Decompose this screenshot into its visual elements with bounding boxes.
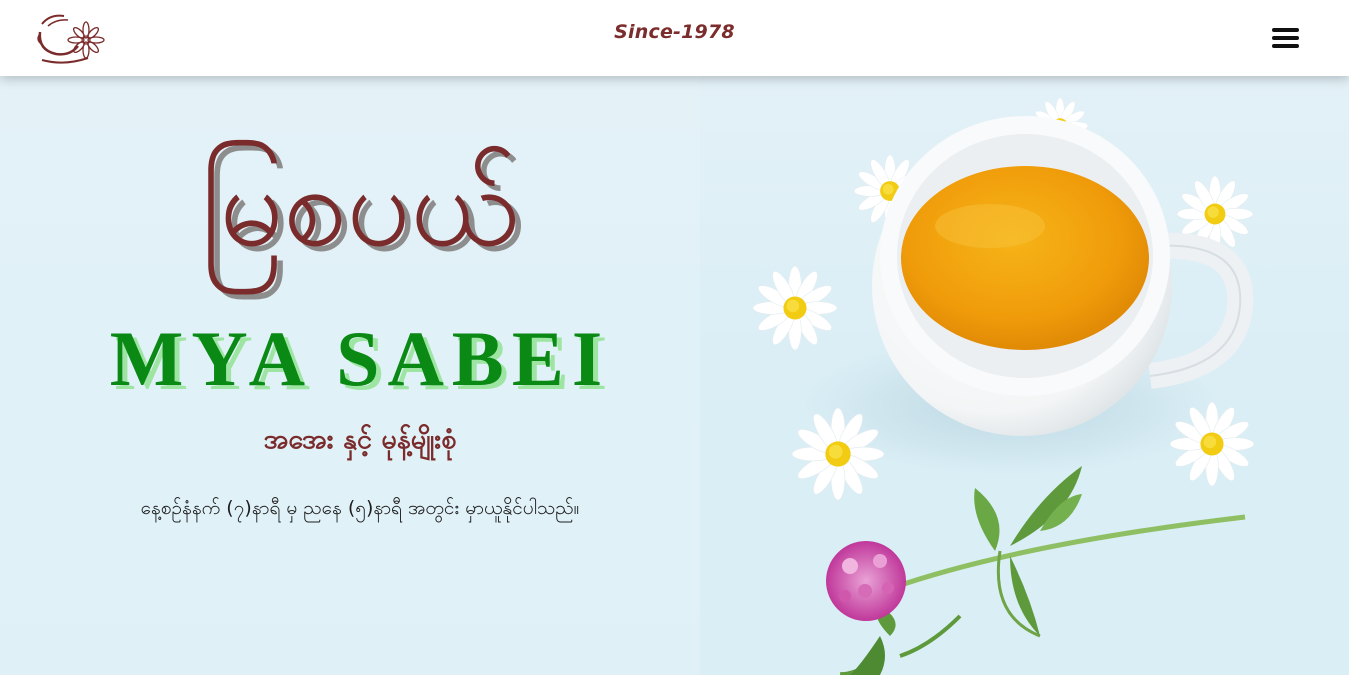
site-header: Since-1978 [0,0,1349,76]
hamburger-menu-icon[interactable] [1266,24,1306,52]
opening-hours-text: နေ့စဉ်နံနက် (၇)နာရီ မှ ညနေ (၅)နာရီ အတွင်… [140,497,580,519]
myanmar-title: မြစပယ် [200,142,520,272]
english-title: MYA SABEI [109,315,611,402]
hero-section: မြစပယ် MYA SABEI အအေး နှင့် မုန့်မျိုးစု… [0,76,1349,675]
hero-subtitle: အအေး နှင့် မုန့်မျိုးစုံ [263,424,457,455]
since-year-text: Since-1978 [614,21,735,43]
